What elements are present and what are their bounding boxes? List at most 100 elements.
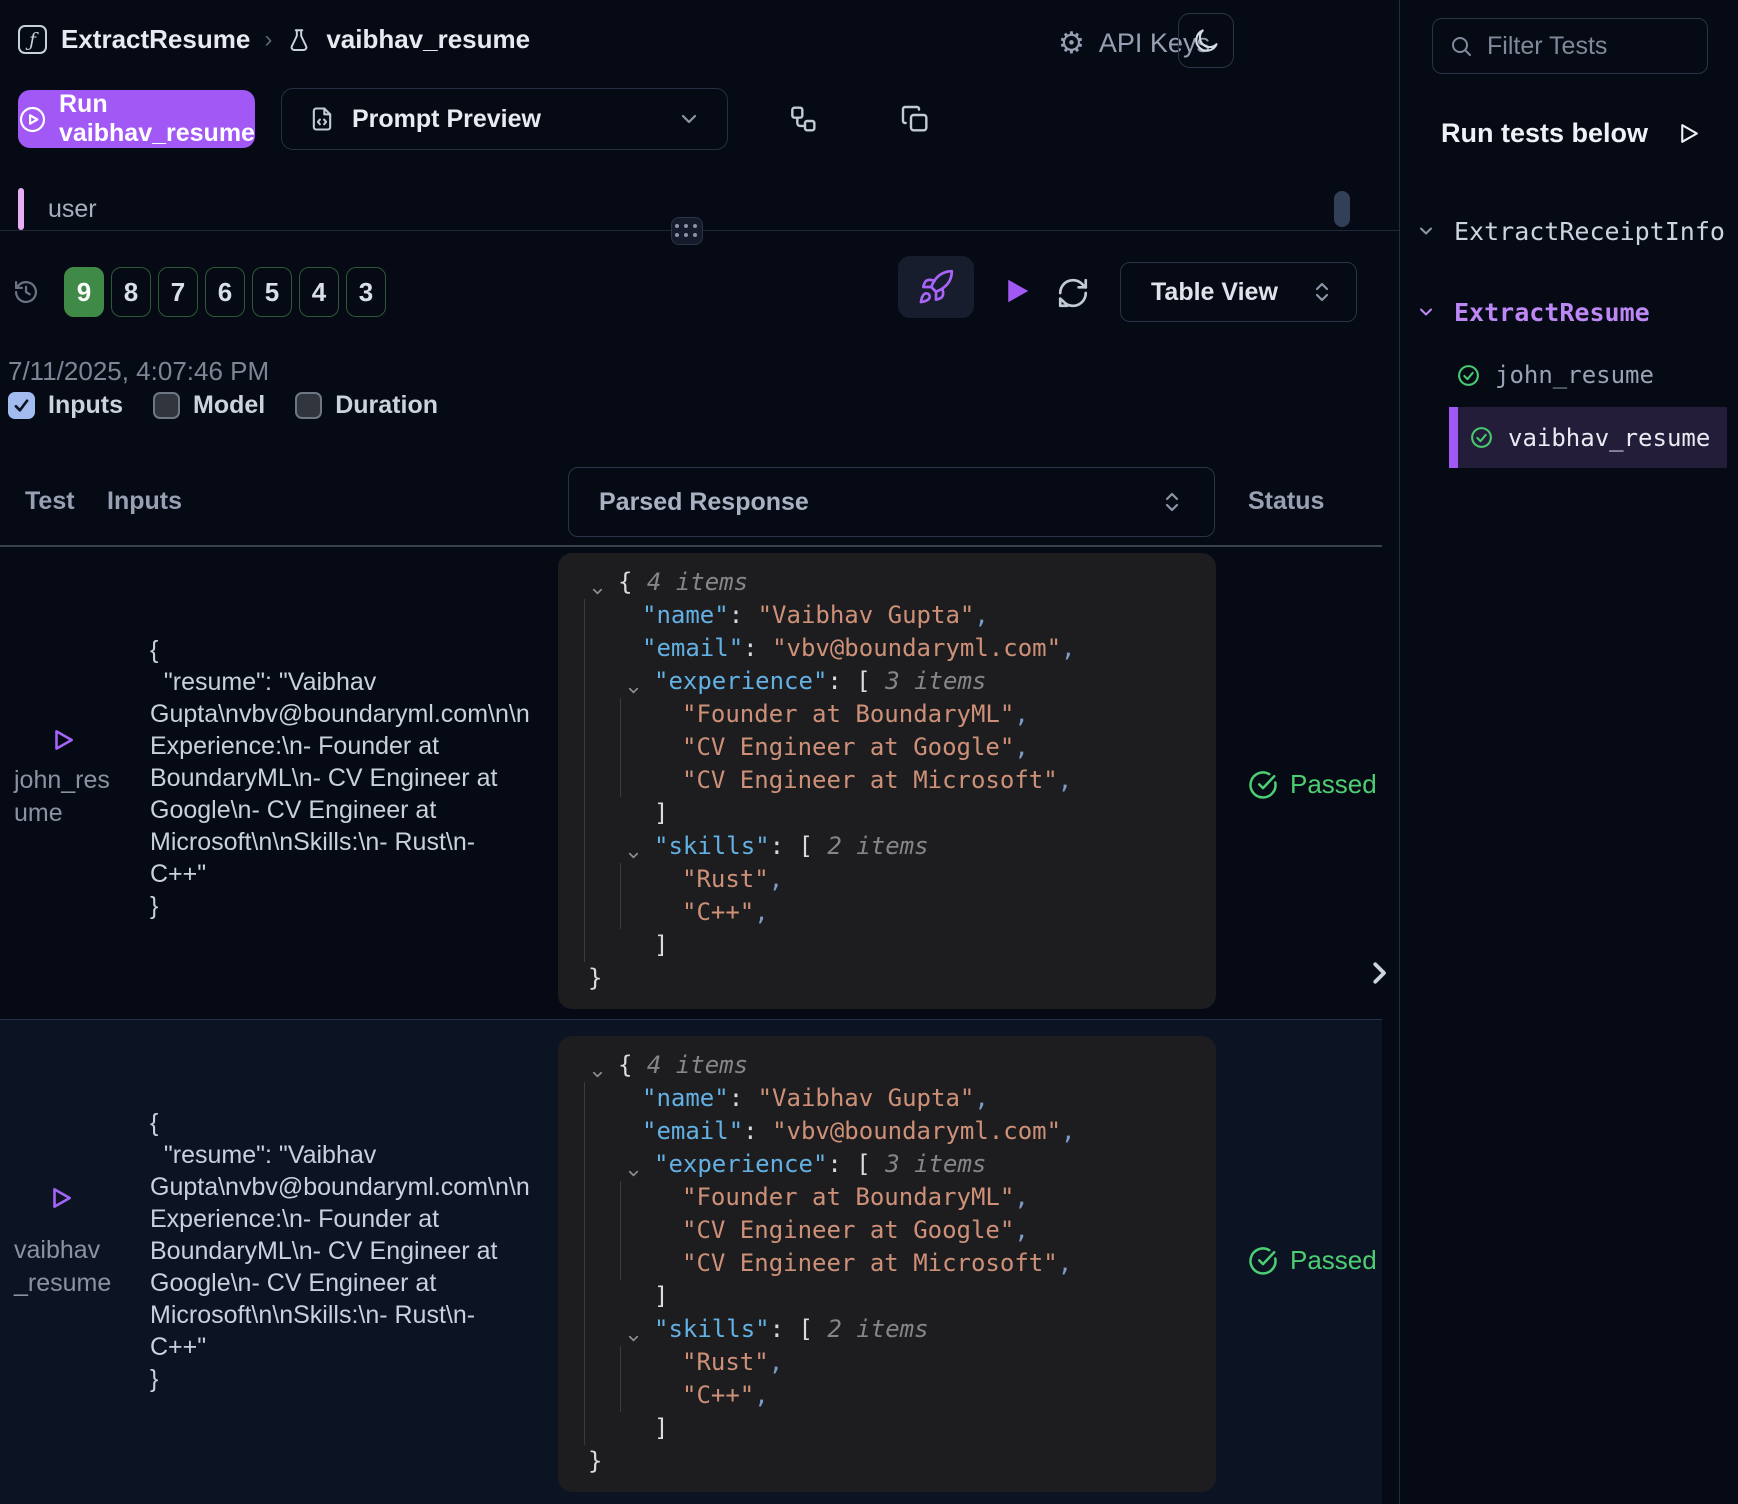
row-test-name[interactable]: john_resume — [14, 764, 113, 830]
group-name: ExtractResume — [1454, 298, 1650, 327]
run-all-button[interactable] — [1002, 274, 1032, 313]
json-token: 3 items — [885, 1150, 986, 1178]
parsed-response-viewer[interactable]: { 4 items"name": "Vaibhav Gupta","email"… — [558, 553, 1216, 1009]
history-badge-8[interactable]: 8 — [111, 267, 151, 317]
sidebar-group-ExtractResume[interactable]: ExtractResume — [1400, 285, 1738, 339]
json-token: , — [974, 601, 988, 629]
sidebar-test-vaibhav_resume[interactable]: vaibhav_resume — [1449, 407, 1727, 468]
json-line: } — [574, 962, 1200, 995]
json-line: "name": "Vaibhav Gupta", — [574, 599, 1200, 632]
filter-tests-field[interactable] — [1432, 18, 1708, 74]
breadcrumb-function[interactable]: ExtractResume — [61, 24, 250, 55]
breadcrumb-test[interactable]: vaibhav_resume — [326, 24, 530, 55]
json-line: "CV Engineer at Google", — [574, 1214, 1200, 1247]
resize-handle[interactable] — [671, 217, 703, 245]
checkbox-duration[interactable] — [295, 392, 322, 419]
history-badge-7[interactable]: 7 — [158, 267, 198, 317]
json-token: "Founder at BoundaryML" — [682, 700, 1014, 728]
run-row-button[interactable] — [50, 724, 76, 761]
json-token: : — [770, 1315, 799, 1343]
refresh-button[interactable] — [1056, 276, 1090, 315]
json-token: [ — [799, 1315, 828, 1343]
history-badge-3[interactable]: 3 — [346, 267, 386, 317]
prompt-scrollbar-thumb[interactable] — [1334, 191, 1350, 227]
json-token: "skills" — [654, 832, 770, 860]
chevron-down-icon[interactable] — [1416, 302, 1436, 322]
json-token: "Vaibhav Gupta" — [758, 601, 975, 629]
rocket-deploy-button[interactable] — [898, 256, 974, 318]
theme-toggle-button[interactable] — [1178, 13, 1234, 68]
play-circle-icon — [18, 105, 47, 134]
chevron-down-icon[interactable] — [1416, 221, 1436, 241]
indent-guide — [620, 863, 621, 929]
prompt-preview-label: Prompt Preview — [352, 105, 541, 134]
check-circle-icon — [1248, 1246, 1278, 1276]
json-line: "CV Engineer at Microsoft", — [574, 1247, 1200, 1280]
history-badge-6[interactable]: 6 — [205, 267, 245, 317]
parsed-response-viewer[interactable]: { 4 items"name": "Vaibhav Gupta","email"… — [558, 1036, 1216, 1492]
row-test-name[interactable]: vaibhav_resume — [14, 1234, 113, 1300]
check-circle-icon — [1469, 425, 1494, 450]
json-token: : — [729, 601, 758, 629]
json-token: , — [1058, 766, 1072, 794]
json-token: , — [1014, 733, 1028, 761]
flask-icon — [286, 25, 312, 55]
json-token: { — [618, 1051, 647, 1079]
json-token: 4 items — [647, 1051, 748, 1079]
run-row-button[interactable] — [48, 1182, 74, 1219]
run-test-button[interactable]: Run vaibhav_resume — [18, 90, 255, 148]
json-line: ] — [574, 797, 1200, 830]
json-token: , — [769, 1348, 783, 1376]
view-mode-select[interactable]: Table View — [1120, 262, 1357, 322]
json-token: "CV Engineer at Microsoft" — [682, 766, 1058, 794]
json-token: "experience" — [654, 1150, 827, 1178]
sidebar-group-ExtractReceiptInfo[interactable]: ExtractReceiptInfo — [1400, 204, 1738, 258]
json-token: ] — [654, 1282, 668, 1310]
run-tests-below-label: Run tests below — [1441, 118, 1648, 149]
json-line: "email": "vbv@boundaryml.com", — [574, 632, 1200, 665]
check-circle-icon — [1248, 770, 1278, 800]
json-line: ] — [574, 929, 1200, 962]
function-icon: ƒ — [18, 25, 47, 54]
json-token: [ — [856, 1150, 885, 1178]
history-badge-5[interactable]: 5 — [252, 267, 292, 317]
json-token: : — [743, 1117, 772, 1145]
json-token: , — [769, 865, 783, 893]
json-line: "name": "Vaibhav Gupta", — [574, 1082, 1200, 1115]
json-line: ] — [574, 1280, 1200, 1313]
history-badge-4[interactable]: 4 — [299, 267, 339, 317]
json-line: "C++", — [574, 896, 1200, 929]
copy-button[interactable] — [890, 94, 940, 144]
search-input[interactable] — [1487, 32, 1657, 61]
json-token: "CV Engineer at Google" — [682, 733, 1014, 761]
json-token: 2 items — [827, 832, 928, 860]
sidebar-test-john_resume[interactable]: john_resume — [1400, 348, 1738, 402]
checkbox-inputs[interactable] — [8, 392, 35, 419]
prompt-preview-dropdown[interactable]: Prompt Preview — [281, 88, 728, 150]
view-mode-value: Table View — [1151, 278, 1278, 307]
json-line: } — [574, 1445, 1200, 1478]
json-token: : — [827, 667, 856, 695]
checkbox-model[interactable] — [153, 392, 180, 419]
json-token: ] — [654, 799, 668, 827]
json-token: : — [827, 1150, 856, 1178]
json-token: "email" — [642, 634, 743, 662]
role-accent-bar — [18, 188, 24, 230]
test-explorer-sidebar: Run tests below ExtractReceiptInfoExtrac… — [1399, 0, 1738, 1504]
json-token: "Founder at BoundaryML" — [682, 1183, 1014, 1211]
play-outline-icon — [1676, 121, 1701, 146]
col-header-status: Status — [1248, 487, 1324, 516]
parsed-response-select[interactable]: Parsed Response — [568, 467, 1215, 537]
file-code-icon — [308, 104, 336, 134]
status-text: Passed — [1290, 769, 1377, 800]
json-token: : — [729, 1084, 758, 1112]
test-tree: ExtractReceiptInfo ExtractResume john_resu… — [1400, 204, 1738, 468]
indent-guide — [584, 1082, 585, 1445]
run-tests-below-button[interactable]: Run tests below — [1441, 118, 1701, 149]
history-badge-9[interactable]: 9 — [64, 267, 104, 317]
workflow-nodes-button[interactable] — [778, 94, 828, 144]
search-icon — [1449, 34, 1473, 58]
history-icon[interactable] — [12, 278, 40, 311]
expand-panel-chevron[interactable] — [1364, 956, 1394, 995]
indent-guide — [584, 599, 585, 962]
